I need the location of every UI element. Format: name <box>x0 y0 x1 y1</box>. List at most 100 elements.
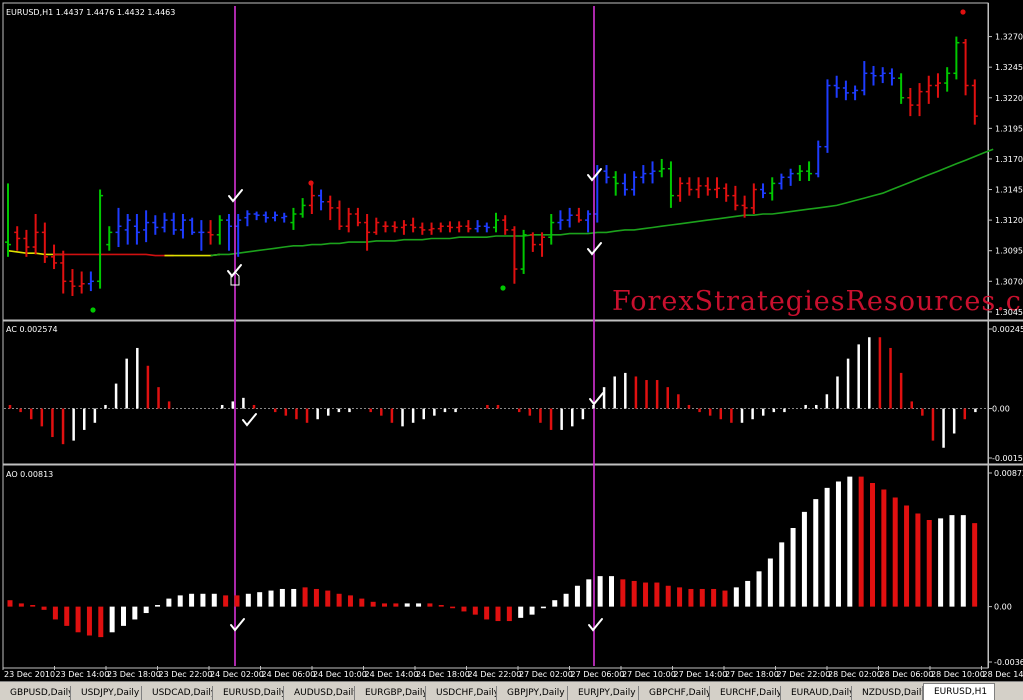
price-bar <box>42 223 48 263</box>
price-bar <box>410 218 416 233</box>
symbol-tab[interactable]: AUDUSD,Daily <box>284 686 355 700</box>
price-bar <box>613 171 619 195</box>
watermark-text: ForexStrategiesResources.com <box>612 286 1023 317</box>
price-bar <box>69 269 75 296</box>
symbol-tab[interactable]: EURCHF,Daily <box>710 686 781 700</box>
ao-tick-label: 0.00872 <box>994 469 1023 478</box>
ac-tick-label: 0.002458 <box>992 325 1023 334</box>
time-tick-label: 27 Dec 06:00 <box>571 670 625 679</box>
price-bar <box>263 212 269 223</box>
price-tick-label: 1.3195 <box>995 124 1023 133</box>
price-bar <box>97 190 103 289</box>
fractal-dot <box>500 285 505 290</box>
time-tick-label: 24 Dec 22:00 <box>468 670 522 679</box>
price-bar <box>696 177 702 198</box>
price-bar <box>254 212 260 221</box>
price-bar <box>935 73 941 97</box>
symbol-tab[interactable]: EURGBP,Daily <box>355 686 426 700</box>
time-tick-label: 24 Dec 18:00 <box>416 670 470 679</box>
fractal-dot <box>308 180 313 185</box>
symbol-tab[interactable]: EURJPY,Daily <box>568 686 639 700</box>
price-bar <box>723 183 729 201</box>
symbol-tab[interactable]: USDJPY,Daily <box>71 686 142 700</box>
price-bar <box>79 272 85 294</box>
symbol-tab[interactable]: EURAUD,Daily <box>781 686 852 700</box>
ao-tick-label: 0.00 <box>994 603 1012 612</box>
price-bar <box>788 169 794 186</box>
symbol-tab[interactable]: EURUSD,H1 <box>923 683 995 700</box>
chart-canvas: ForexStrategiesResources.com1.32701.3245… <box>0 0 1023 681</box>
price-bar <box>290 208 296 230</box>
time-tick-label: 28 Dec 14:00 <box>983 670 1023 679</box>
time-tick-label: 24 Dec 06:00 <box>262 670 316 679</box>
price-bar <box>447 221 453 232</box>
price-bar <box>5 183 11 256</box>
price-tick-label: 1.3220 <box>995 94 1023 103</box>
price-bar <box>244 210 250 226</box>
symbol-tab[interactable]: USDCHF,Daily <box>426 686 497 700</box>
time-tick-label: 27 Dec 22:00 <box>777 670 831 679</box>
time-tick-label: 24 Dec 14:00 <box>365 670 419 679</box>
price-bar <box>834 76 840 98</box>
price-bar <box>861 61 867 95</box>
price-bar <box>493 213 499 233</box>
price-bar <box>760 183 766 198</box>
price-bar <box>917 83 923 116</box>
price-bar <box>364 214 370 251</box>
price-bar <box>217 215 223 244</box>
symbol-tab[interactable]: NZDUSD,Daily <box>852 686 923 700</box>
price-bar <box>769 177 775 200</box>
price-bar <box>585 210 591 232</box>
price-bar <box>567 208 573 228</box>
symbol-tab[interactable]: USDCAD,Daily <box>142 686 213 700</box>
price-bar <box>198 220 204 251</box>
symbol-tab[interactable]: GBPUSD,Daily <box>0 686 71 700</box>
price-bar <box>963 39 969 95</box>
price-bar <box>456 221 462 232</box>
time-tick-label: 28 Dec 02:00 <box>828 670 882 679</box>
checkmark-icon <box>243 414 256 425</box>
price-bar <box>603 165 609 183</box>
price-bar <box>300 198 306 218</box>
time-tick-label: 23 Dec 18:00 <box>107 670 161 679</box>
price-bar <box>843 81 849 101</box>
price-bar <box>235 214 241 257</box>
price-bar <box>115 208 121 247</box>
price-tick-label: 1.3070 <box>995 277 1023 286</box>
symbol-tab[interactable]: GBPCHF,Daily <box>639 686 710 700</box>
price-bar <box>484 223 490 233</box>
price-bar <box>751 183 757 214</box>
price-bar <box>401 220 407 235</box>
price-tick-label: 1.3120 <box>995 216 1023 225</box>
price-bar <box>438 223 444 233</box>
symbol-tab[interactable]: EURUSD,Daily <box>213 686 284 700</box>
price-bar <box>659 159 665 177</box>
time-tick-label: 24 Dec 10:00 <box>313 670 367 679</box>
ac-panel-title: AC 0.002574 <box>6 325 58 334</box>
price-bar <box>383 221 389 232</box>
price-bar <box>944 67 950 91</box>
price-bar <box>953 37 959 80</box>
price-bar <box>429 223 435 235</box>
price-bar <box>815 141 821 178</box>
time-tick-label: 27 Dec 18:00 <box>725 670 779 679</box>
price-bar <box>226 214 232 251</box>
price-bar <box>631 171 637 195</box>
price-bar <box>539 232 545 256</box>
ao-tick-label: -0.00368 <box>994 658 1023 667</box>
price-bar <box>336 201 342 230</box>
checkmark-icon <box>231 619 244 630</box>
price-bar <box>778 174 784 190</box>
symbol-tab[interactable]: GBPJPY,Daily <box>497 686 568 700</box>
price-bar <box>134 214 140 245</box>
price-bar <box>189 218 195 235</box>
price-bar <box>889 68 895 85</box>
price-bar <box>548 214 554 245</box>
price-tick-label: 1.3145 <box>995 186 1023 195</box>
price-bar <box>419 223 425 235</box>
symbol-tab-bar: GBPUSD,DailyUSDJPY,DailyUSDCAD,DailyEURU… <box>0 681 1023 700</box>
price-bar <box>475 220 481 232</box>
price-bar <box>972 79 978 124</box>
price-bar <box>171 213 177 235</box>
price-bar <box>327 196 333 220</box>
